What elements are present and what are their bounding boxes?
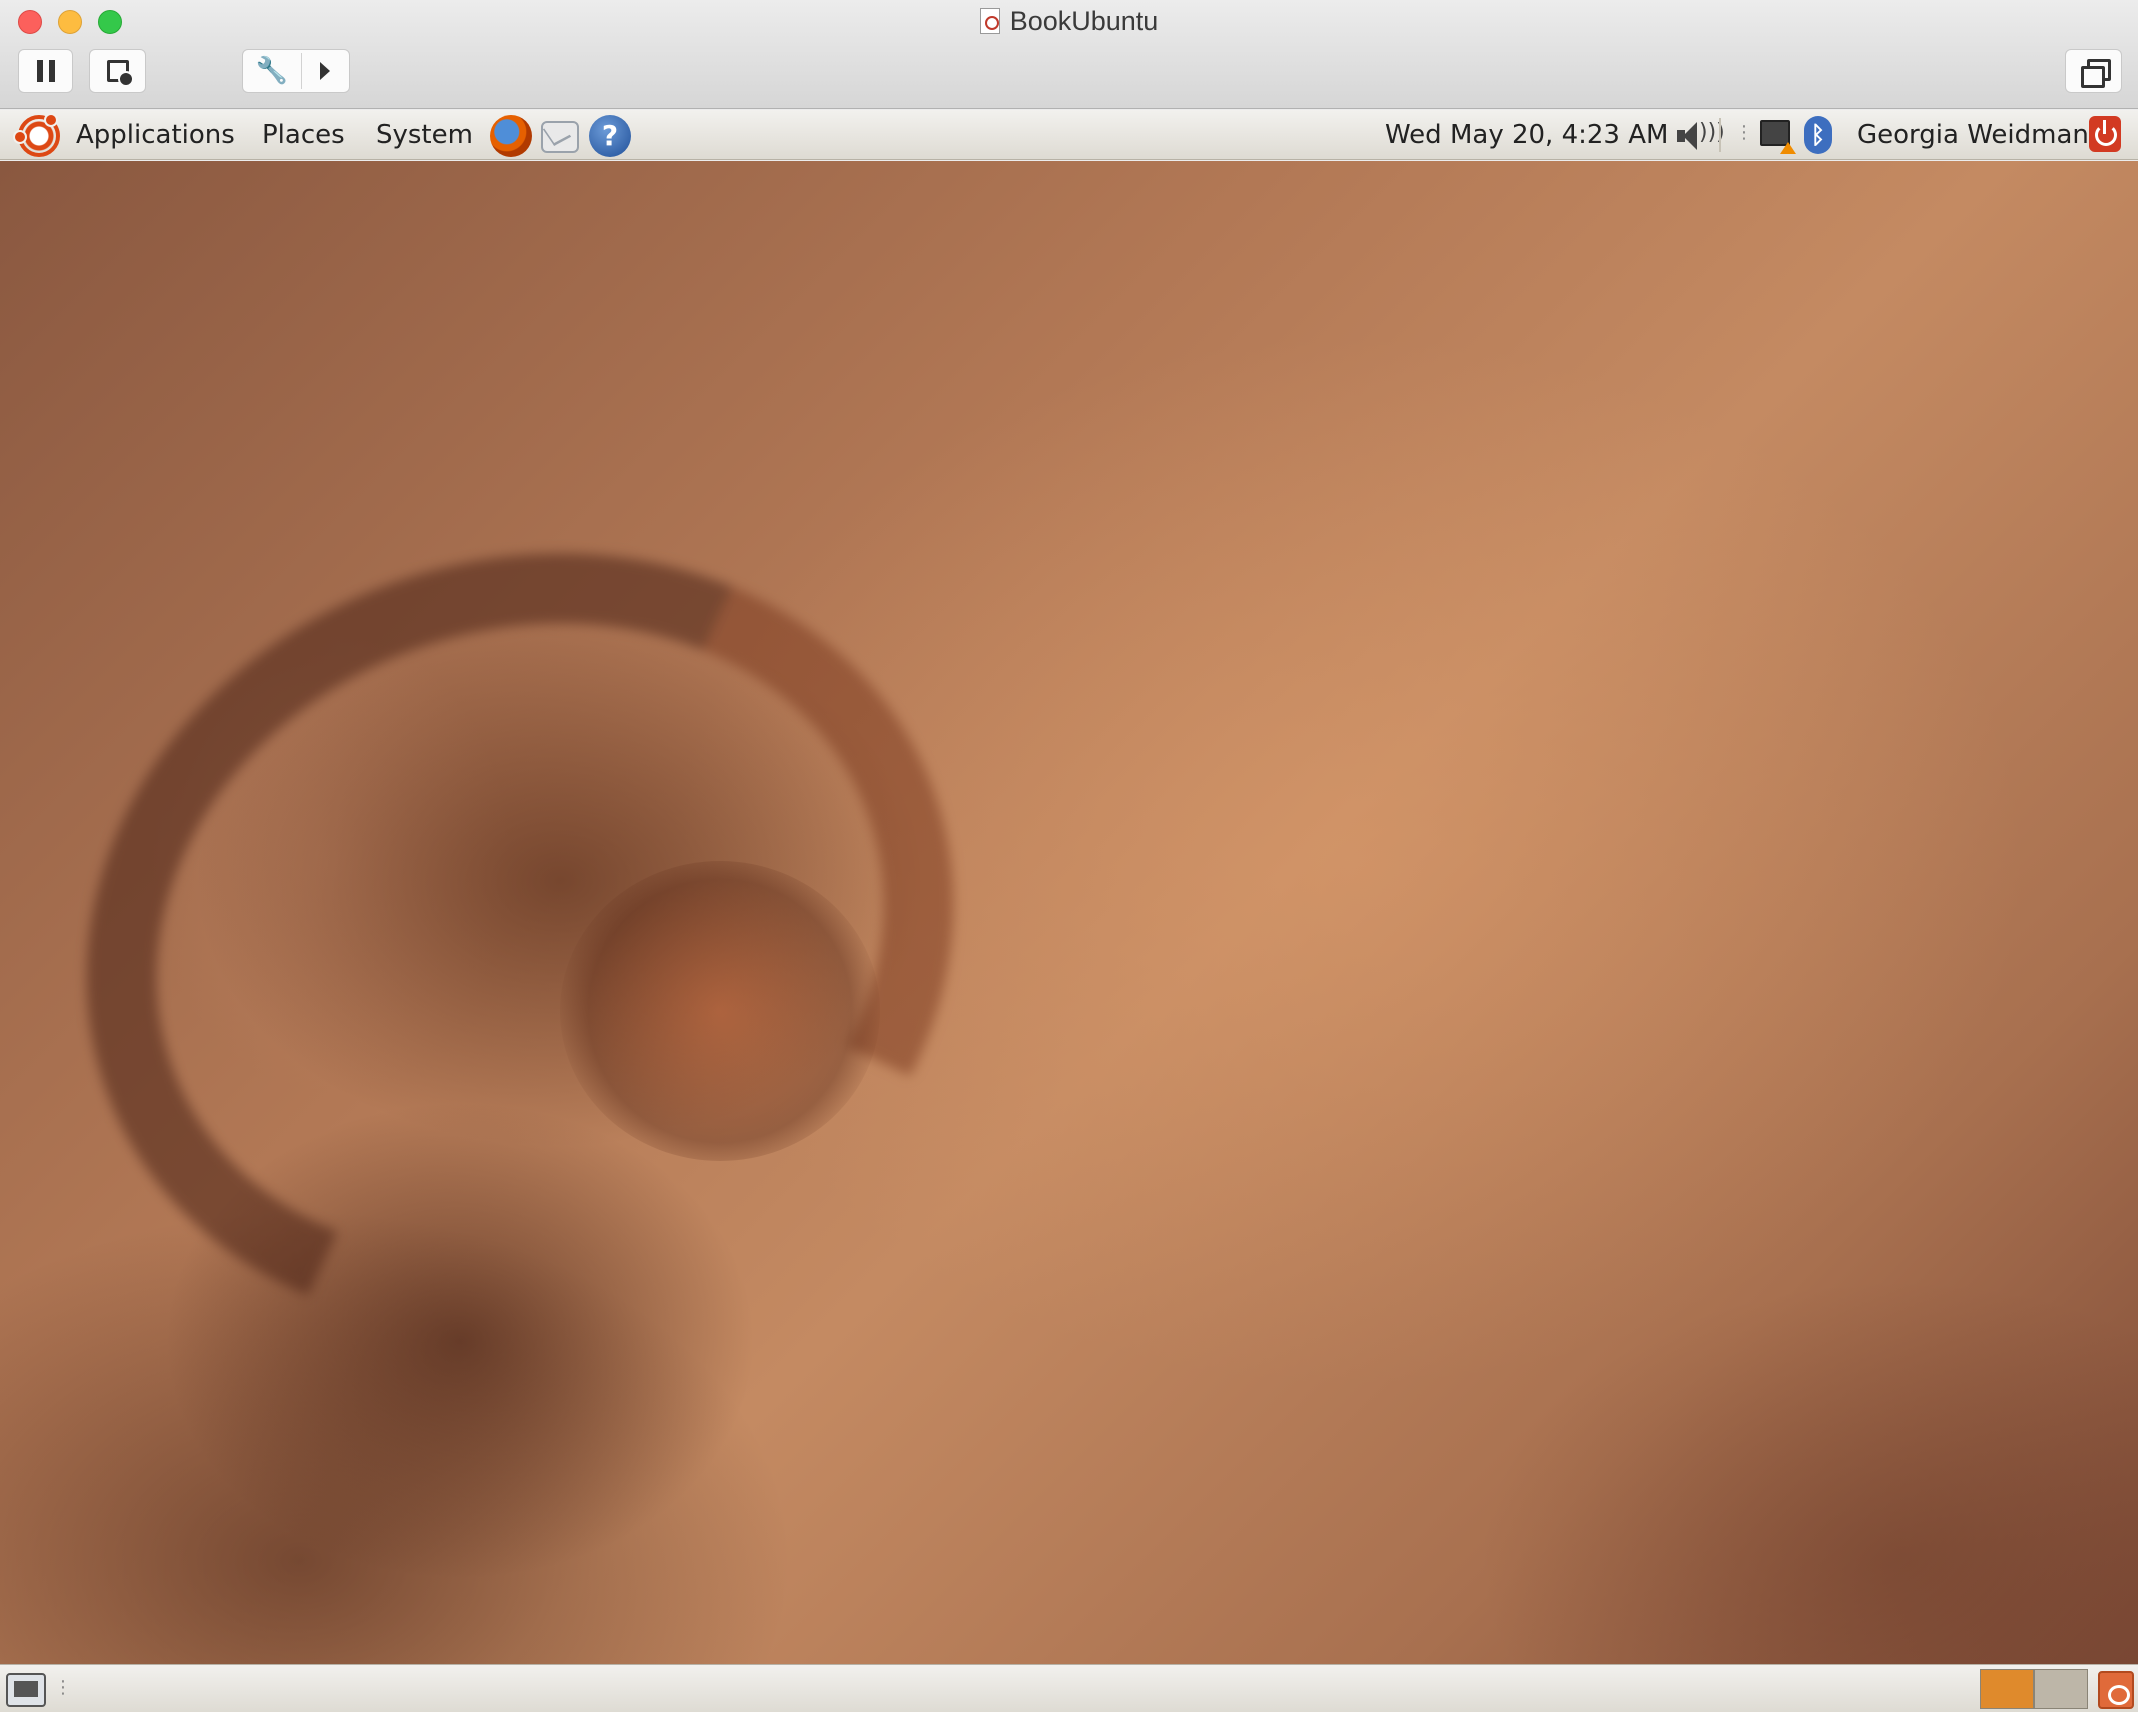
pause-icon — [36, 60, 55, 82]
places-menu[interactable]: Places — [262, 118, 345, 152]
tray-grip-icon: ⋮ — [1735, 122, 1753, 143]
workspace-2[interactable] — [2034, 1669, 2088, 1709]
settings-button[interactable]: 🔧 — [242, 49, 350, 93]
top-panel: Applications Places System ? Wed May 20,… — [0, 110, 2138, 160]
snapshot-button[interactable] — [89, 49, 146, 93]
window-titlebar: BookUbuntu 🔧 — [0, 0, 2138, 109]
mail-icon[interactable] — [541, 121, 579, 153]
chevron-right-icon[interactable] — [320, 62, 330, 80]
clock[interactable]: Wed May 20, 4:23 AM — [1385, 118, 1668, 152]
trash-icon[interactable] — [2098, 1671, 2134, 1709]
ubuntu-logo-icon[interactable] — [13, 113, 60, 157]
toolbar-separator — [301, 53, 302, 89]
power-icon[interactable] — [2089, 116, 2121, 152]
show-desktop-icon[interactable] — [6, 1673, 46, 1707]
network-icon[interactable] — [1760, 120, 1796, 154]
panel-grip-icon: ⋮ — [54, 1677, 72, 1698]
bottom-panel: ⋮ — [0, 1664, 2138, 1712]
applications-menu[interactable]: Applications — [76, 118, 235, 152]
window-title: BookUbuntu — [1009, 6, 1159, 36]
bluetooth-icon[interactable]: ᛒ — [1804, 116, 1832, 154]
wallpaper-swirl — [0, 433, 1064, 1449]
help-icon[interactable]: ? — [589, 115, 631, 157]
desktop-wallpaper[interactable] — [0, 161, 2138, 1664]
window-title-area: BookUbuntu — [0, 6, 2138, 37]
snapshot-icon — [106, 60, 134, 87]
pause-vm-button[interactable] — [18, 49, 73, 93]
system-menu[interactable]: System — [376, 118, 473, 152]
restore-icon — [2080, 59, 2111, 88]
panel-separator — [1719, 118, 1721, 152]
vm-document-icon — [979, 8, 1000, 34]
restore-window-button[interactable] — [2065, 49, 2122, 93]
firefox-icon[interactable] — [490, 115, 532, 157]
wrench-icon: 🔧 — [255, 56, 289, 86]
wallpaper-swirl-core — [560, 861, 880, 1161]
workspace-1[interactable] — [1980, 1669, 2034, 1709]
vm-window: BookUbuntu 🔧 Applications Places System … — [0, 0, 2138, 1712]
user-name[interactable]: Georgia Weidman — [1857, 118, 2089, 152]
guest-screen: Applications Places System ? Wed May 20,… — [0, 110, 2138, 1712]
